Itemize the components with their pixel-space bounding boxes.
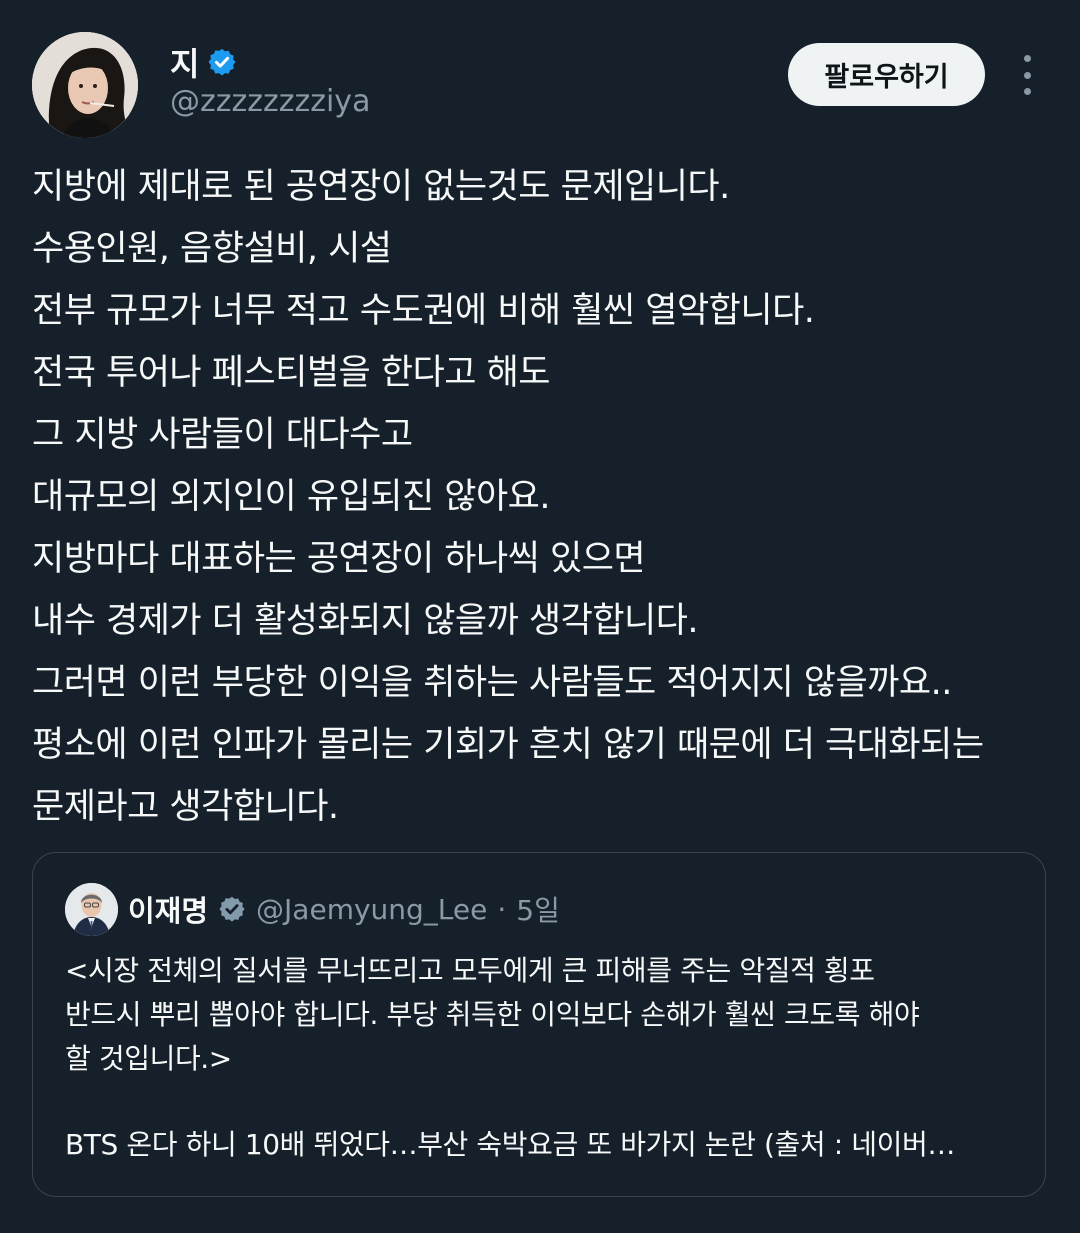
quoted-author-display-name[interactable]: 이재명 <box>128 888 208 930</box>
quoted-author-avatar-image <box>65 882 118 936</box>
tweet-text-line: 대규모의 외지인이 유입되진 않아요. <box>32 477 551 517</box>
tweet-text-line: 평소에 이런 인파가 몰리는 기회가 흔치 않기 때문에 더 극대화되는 <box>32 725 984 765</box>
verified-gray-badge-icon <box>218 895 246 923</box>
tweet-text-line: 전부 규모가 너무 적고 수도권에 비해 훨씬 열악합니다. <box>32 291 815 331</box>
tweet-text-line: 문제라고 생각합니다. <box>32 787 339 827</box>
author-avatar[interactable] <box>32 32 138 138</box>
quoted-author-handle[interactable]: @Jaemyung_Lee <box>256 893 487 926</box>
tweet-text-line: 전국 투어나 페스티벌을 한다고 해도 <box>32 353 551 393</box>
tweet-text-line: 지방에 제대로 된 공연장이 없는것도 문제입니다. <box>32 167 730 207</box>
quoted-text-line: 반드시 뿌리 뽑아야 합니다. 부당 취득한 이익보다 손해가 훨씬 크도록 해… <box>65 998 920 1031</box>
quoted-tweet-text: <시장 전체의 질서를 무너뜨리고 모두에게 큰 피해를 주는 악질적 횡포 반… <box>65 949 1015 1081</box>
quoted-author-avatar[interactable] <box>65 882 118 936</box>
follow-button[interactable]: 팔로우하기 <box>788 43 985 106</box>
quoted-timestamp[interactable]: 5일 <box>516 889 560 929</box>
quoted-text-line: 할 것입니다.> <box>65 1042 232 1075</box>
quoted-tweet-card[interactable]: 이재명 @Jaemyung_Lee · 5일 <시장 전체의 질서를 무너뜨리고… <box>32 852 1046 1197</box>
tweet-text-line: 수용인원, 음향설비, 시설 <box>32 229 392 269</box>
tweet-detail: 지 @zzzzzzzziya 팔로우하기 지방에 제대로 된 공연장이 없는것도… <box>0 0 1080 1233</box>
quoted-tweet-header: 이재명 @Jaemyung_Lee · 5일 <box>65 881 560 937</box>
author-avatar-image <box>32 32 138 138</box>
quoted-text-line: <시장 전체의 질서를 무너뜨리고 모두에게 큰 피해를 주는 악질적 횡포 <box>65 954 875 987</box>
tweet-text-line: 내수 경제가 더 활성화되지 않을까 생각합니다. <box>32 601 699 641</box>
more-dot <box>1023 71 1031 79</box>
tweet-text: 지방에 제대로 된 공연장이 없는것도 문제입니다. 수용인원, 음향설비, 시… <box>32 156 1052 838</box>
tweet-text-line: 그러면 이런 부당한 이익을 취하는 사람들도 적어지지 않을까요.. <box>32 663 952 703</box>
more-dot <box>1023 88 1031 95</box>
cut-off-text-edge: ​ <box>32 1218 732 1233</box>
author-name-row: 지 <box>170 40 237 84</box>
quoted-separator: · <box>497 892 507 926</box>
more-vertical-icon[interactable] <box>1012 55 1042 95</box>
cut-off-text-fragment: ​ <box>32 1218 732 1233</box>
quoted-link-line: BTS 온다 하니 10배 뛰었다…부산 숙박요금 또 바가지 논란 (출처 :… <box>65 1128 955 1161</box>
author-handle[interactable]: @zzzzzzzziya <box>170 84 370 119</box>
author-display-name[interactable]: 지 <box>170 39 199 85</box>
tweet-text-line: 지방마다 대표하는 공연장이 하나씩 있으면 <box>32 539 646 579</box>
verified-badge-icon[interactable] <box>207 47 237 77</box>
more-dot <box>1023 55 1031 62</box>
tweet-text-line: 그 지방 사람들이 대다수고 <box>32 415 413 455</box>
